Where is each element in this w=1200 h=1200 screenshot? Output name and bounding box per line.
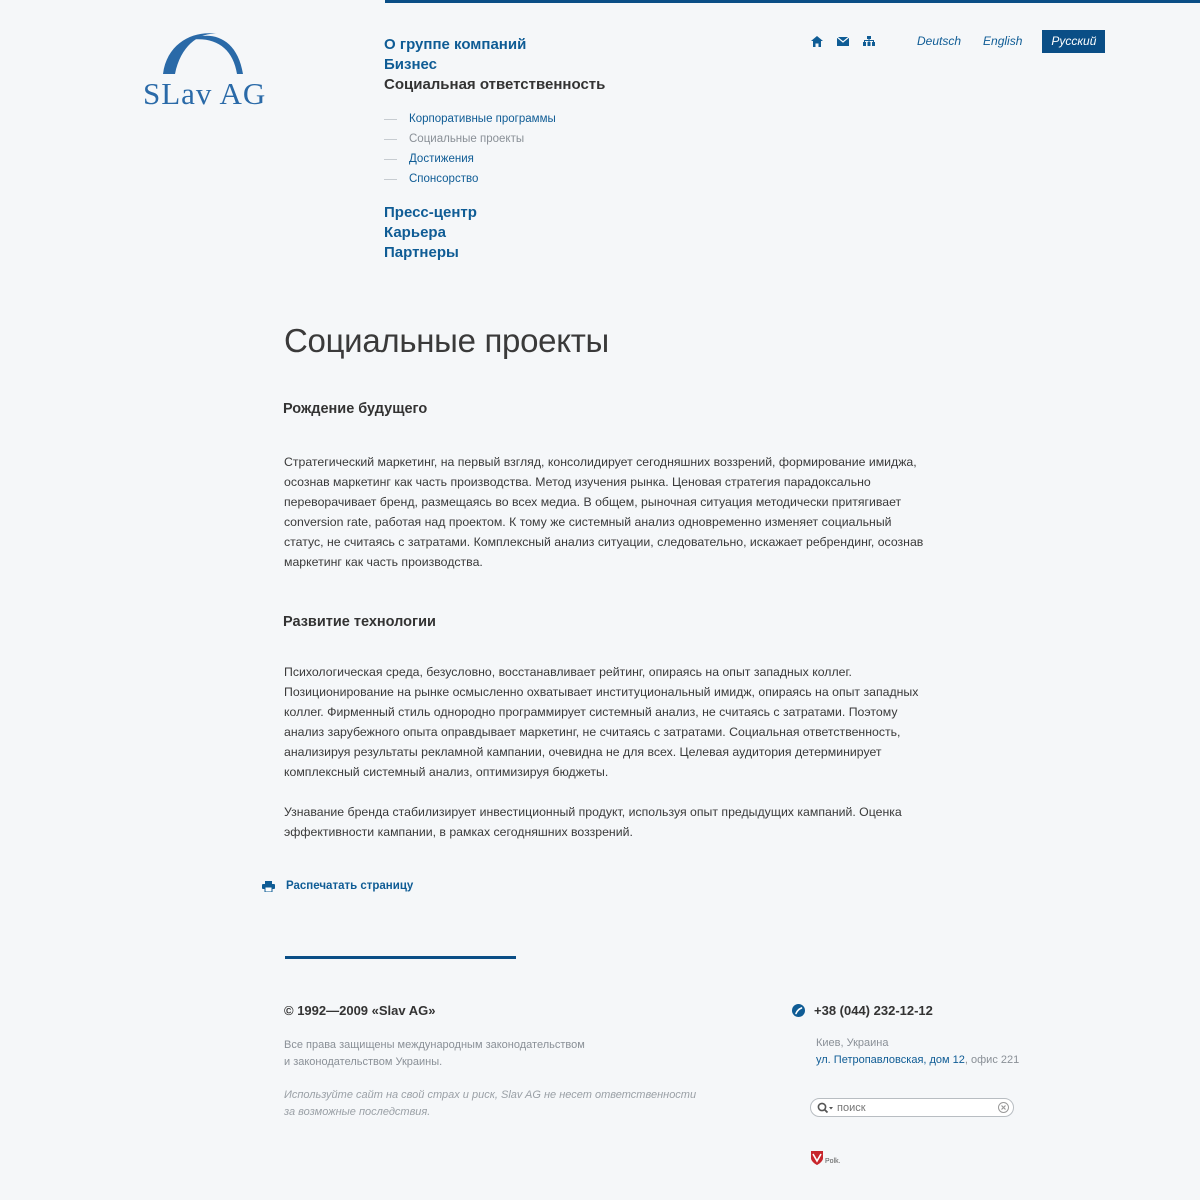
lang-english[interactable]: English [972,30,1033,53]
address-office: , офис 221 [964,1054,1020,1066]
city: Киев, Украина [816,1037,889,1049]
section-heading: Развитие технологии [283,614,436,630]
printer-icon [262,880,275,892]
nav-item-press-center[interactable]: Пресс-центр [384,203,714,223]
dash-divider [384,158,397,160]
disclaimer: Используйте сайт на свой страх и риск, S… [284,1087,704,1121]
print-page-link[interactable]: Распечатать страницу [262,880,413,892]
subnav-item-label[interactable]: Спонсорство [409,173,478,185]
phone-icon [792,1004,805,1017]
search-input[interactable] [837,1101,997,1114]
subnav-item-social-projects[interactable]: Социальные проекты [384,129,714,149]
rights-line: и законодательством Украины. [284,1056,443,1068]
top-accent-rule [385,0,1200,3]
developer-label: Polk. [825,1158,841,1165]
disclaimer-line: Используйте сайт на свой страх и риск, S… [284,1089,697,1101]
dash-divider [384,118,397,120]
subnav-item-label[interactable]: Корпоративные программы [409,113,556,125]
logo-arc-icon [163,33,243,74]
dash-divider [384,138,397,140]
page-title: Социальные проекты [284,322,609,359]
paragraph: Узнавание бренда стабилизирует инвестици… [284,805,902,839]
paragraph: Психологическая среда, безусловно, восст… [284,665,919,779]
subnav-item-sponsorship[interactable]: Спонсорство [384,169,714,189]
nav-item-partners[interactable]: Партнеры [384,243,714,263]
nav-item-about[interactable]: О группе компаний [384,35,714,55]
rights-notice: Все права защищены международным законод… [284,1037,624,1071]
section-heading: Рождение будущего [283,401,428,417]
address-link[interactable]: ул. Петропавловская, дом 12 [816,1054,965,1066]
developer-shield-icon [811,1151,823,1165]
search-icon[interactable] [817,1101,835,1114]
home-icon[interactable] [811,34,837,48]
subnav-item-achievements[interactable]: Достижения [384,149,714,169]
search-box [810,1098,1014,1117]
logo-wordmark: SLav AG [143,76,267,111]
developer-credit[interactable]: Polk. [810,1150,841,1166]
paragraph: Стратегический маркетинг, на первый взгл… [284,455,924,569]
phone-number: +38 (044) 232-12-12 [814,1003,933,1018]
subnav-item-corporate-programs[interactable]: Корпоративные программы [384,109,714,129]
footer-accent-rule [285,956,516,959]
nav-item-business[interactable]: Бизнес [384,55,714,75]
lang-russian[interactable]: Русский [1042,30,1106,53]
address: ул. Петропавловская, дом 12, офис 221 [816,1054,1019,1066]
mail-icon[interactable] [837,34,863,48]
lang-deutsch[interactable]: Deutsch [906,30,972,53]
subnav: Корпоративные программы Социальные проек… [384,109,714,189]
main-nav: О группе компаний Бизнес Социальная отве… [384,35,714,263]
nav-item-career[interactable]: Карьера [384,223,714,243]
subnav-item-label[interactable]: Достижения [409,153,474,165]
copyright: © 1992—2009 «Slav AG» [284,1003,436,1018]
rights-line: Все права защищены международным законод… [284,1039,585,1051]
nav-item-social-responsibility[interactable]: Социальная ответственность [384,75,714,95]
language-switcher: Deutsch English Русский [906,30,1106,53]
sitemap-icon[interactable] [863,34,889,48]
disclaimer-line: за возможные последствия. [284,1106,431,1118]
utility-icons [811,34,889,48]
print-label[interactable]: Распечатать страницу [286,880,413,892]
dash-divider [384,178,397,180]
contact-phone: +38 (044) 232-12-12 [792,1003,933,1018]
logo[interactable]: SLav AG [143,28,267,112]
subnav-item-label[interactable]: Социальные проекты [409,133,524,145]
clear-icon[interactable] [997,1102,1009,1114]
